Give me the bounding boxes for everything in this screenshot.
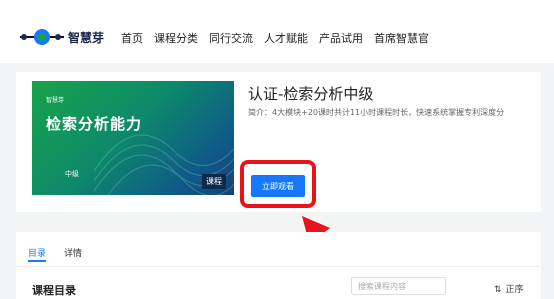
sort-label: 正序 bbox=[505, 285, 524, 295]
thumbnail-title: 检索分析能力 bbox=[46, 115, 143, 133]
brand-logo-icon[interactable] bbox=[18, 27, 66, 47]
course-search-input[interactable] bbox=[351, 277, 446, 295]
main-nav: 首页 课程分类 同行交流 人才赋能 产品试用 首席智慧官 bbox=[121, 30, 440, 46]
course-thumbnail[interactable]: 智慧芽 检索分析能力 中级 课程 bbox=[32, 81, 234, 195]
thumbnail-badge: 课程 bbox=[202, 174, 226, 189]
thumbnail-level: 中级 bbox=[65, 170, 79, 178]
nav-item-home[interactable]: 首页 bbox=[121, 30, 143, 46]
nav-item-course-categories[interactable]: 课程分类 bbox=[154, 30, 198, 46]
course-title: 认证-检索分析中级 bbox=[248, 85, 374, 103]
nav-item-product-trial[interactable]: 产品试用 bbox=[319, 30, 363, 46]
course-tabs-panel: 目录 详情 课程目录 ⇅正序 bbox=[16, 232, 541, 299]
nav-item-peer-exchange[interactable]: 同行交流 bbox=[209, 30, 253, 46]
brand-name[interactable]: 智慧芽 bbox=[68, 29, 104, 46]
active-tab-indicator bbox=[28, 260, 46, 262]
sort-icon: ⇅ bbox=[494, 285, 502, 295]
thumbnail-brand: 智慧芽 bbox=[46, 97, 65, 104]
sort-toggle[interactable]: ⇅ 正序 bbox=[494, 282, 524, 295]
tab-details[interactable]: 详情 bbox=[64, 246, 82, 259]
tabs-divider bbox=[16, 266, 541, 267]
tab-catalog[interactable]: 目录 bbox=[28, 246, 46, 259]
nav-item-talent-empowerment[interactable]: 人才赋能 bbox=[264, 30, 308, 46]
top-navigation: 智慧芽 首页 课程分类 同行交流 人才赋能 产品试用 首席智慧官 bbox=[0, 0, 554, 63]
catalog-title: 课程目录 bbox=[32, 284, 76, 297]
highlight-annotation-box bbox=[240, 160, 316, 208]
nav-item-chief-wisdom-officer[interactable]: 首席智慧官 bbox=[374, 30, 429, 46]
course-description: 简介：4大模块+20课时共计11小时课程时长，快速系统掌握专利深度分 bbox=[248, 108, 505, 117]
